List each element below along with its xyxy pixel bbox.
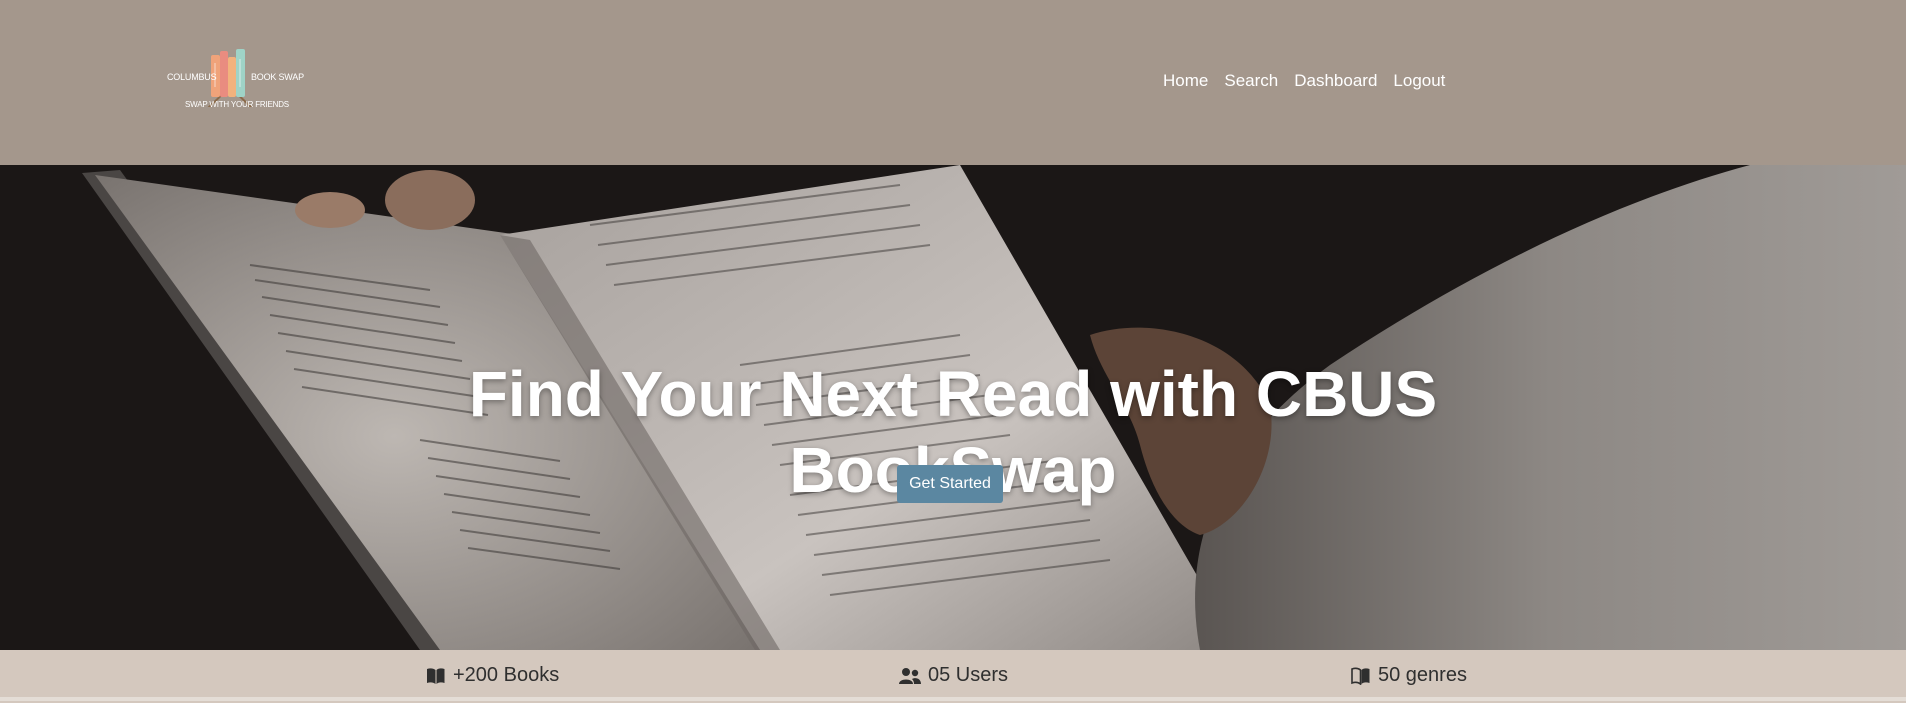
hero-title-line1: Find Your Next Read with CBUS — [468, 357, 1438, 430]
nav-home-link[interactable]: Home — [1163, 71, 1208, 91]
stat-genres-label: 50 genres — [1378, 664, 1467, 686]
nav-search-link[interactable]: Search — [1224, 71, 1278, 91]
stat-users: 05 Users — [899, 664, 1008, 687]
book-open-icon — [1351, 667, 1370, 685]
stats-bar: +200 Books 05 Users 50 genres — [0, 650, 1906, 701]
logo-tagline: SWAP WITH YOUR FRIENDS — [185, 100, 289, 109]
stat-users-label: 05 Users — [928, 664, 1009, 686]
site-logo[interactable]: COLUMBUS BOOK SWAP SWAP WITH YOUR FRIEND… — [165, 44, 304, 114]
hero-banner: Find Your Next Read with CBUS BookSwap G… — [0, 165, 1906, 650]
get-started-button[interactable]: Get Started — [897, 465, 1003, 503]
site-header: COLUMBUS BOOK SWAP SWAP WITH YOUR FRIEND… — [0, 0, 1906, 165]
logo-right-text: BOOK SWAP — [251, 72, 304, 82]
stat-genres: 50 genres — [1351, 664, 1467, 687]
book-icon — [427, 667, 445, 684]
stat-books: +200 Books — [426, 664, 559, 687]
nav-dashboard-link[interactable]: Dashboard — [1294, 71, 1377, 91]
users-icon — [899, 667, 921, 684]
nav-logout-link[interactable]: Logout — [1393, 71, 1445, 91]
logo-left-text: COLUMBUS — [167, 72, 217, 82]
main-nav: Home Search Dashboard Logout — [1163, 71, 1445, 91]
stat-books-label: +200 Books — [453, 664, 560, 686]
